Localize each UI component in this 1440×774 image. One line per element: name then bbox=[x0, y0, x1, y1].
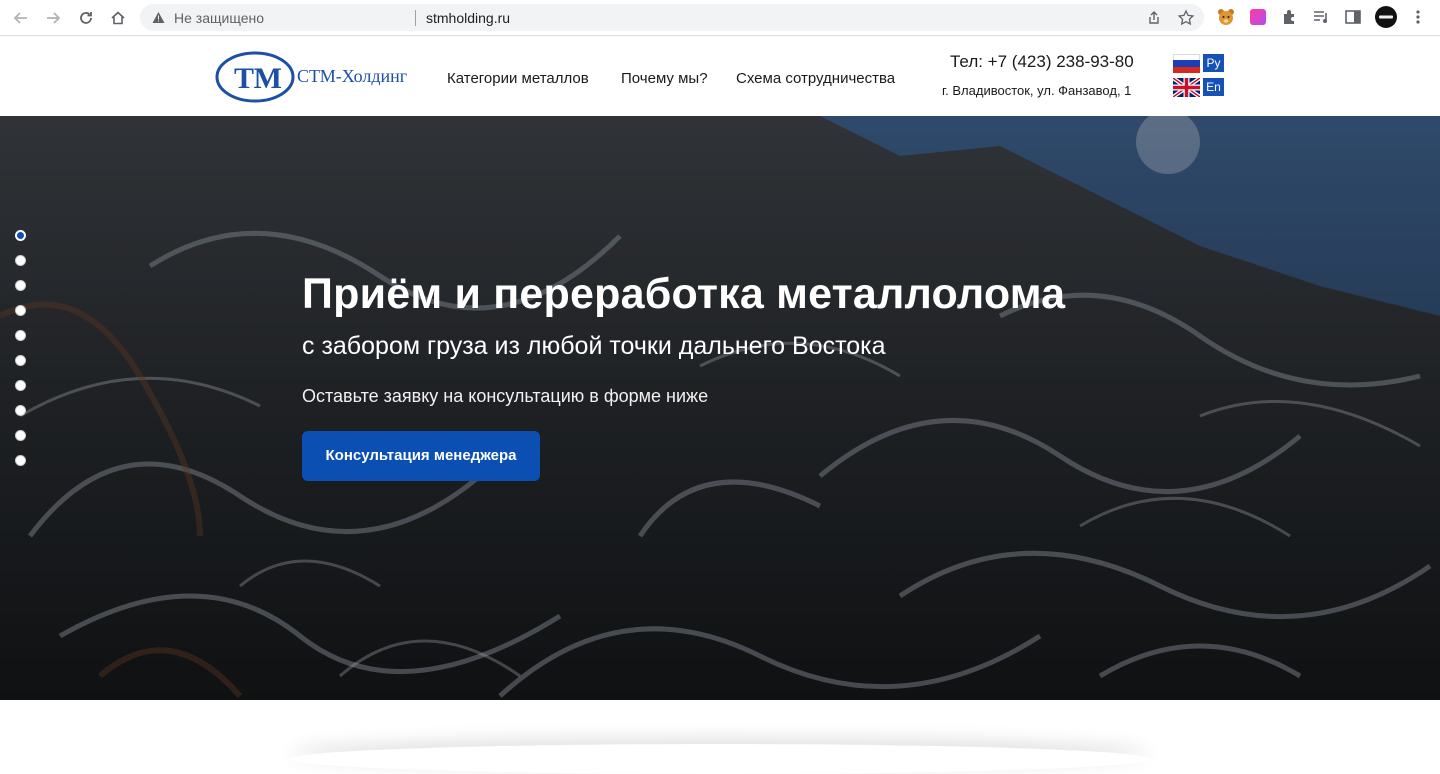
slide-dot-3[interactable] bbox=[15, 280, 26, 291]
hero-banner: Приём и переработка металлолома с заборо… bbox=[0, 116, 1440, 700]
url-text[interactable]: stmholding.ru bbox=[426, 10, 510, 26]
gradient-extension-icon[interactable] bbox=[1248, 7, 1268, 27]
hero-text: Оставьте заявку на консультацию в форме … bbox=[302, 386, 709, 406]
back-icon[interactable] bbox=[10, 7, 32, 29]
uk-flag-icon[interactable] bbox=[1173, 78, 1200, 97]
divider bbox=[415, 10, 416, 26]
nav-metal-categories[interactable]: Категории металлов bbox=[447, 70, 589, 87]
lang-ru-button[interactable]: Ру bbox=[1203, 54, 1224, 72]
address: г. Владивосток, ул. Фанзавод, 1 bbox=[942, 83, 1132, 98]
share-icon[interactable] bbox=[1145, 9, 1163, 27]
site-header: ТМ СТМ-Холдинг Категории металлов Почему… bbox=[0, 37, 1440, 116]
reload-icon[interactable] bbox=[75, 7, 97, 29]
forward-icon[interactable] bbox=[42, 7, 64, 29]
lang-en-button[interactable]: En bbox=[1203, 78, 1224, 96]
company-logo[interactable]: ТМ СТМ-Холдинг bbox=[215, 50, 420, 104]
media-queue-icon[interactable] bbox=[1311, 7, 1331, 27]
slide-dot-7[interactable] bbox=[15, 380, 26, 391]
slide-dot-10[interactable] bbox=[15, 455, 26, 466]
browser-toolbar: Не защищено stmholding.ru bbox=[0, 0, 1440, 36]
slide-dot-1[interactable] bbox=[15, 230, 26, 241]
logo-text: СТМ-Холдинг bbox=[297, 66, 408, 86]
slide-dot-5[interactable] bbox=[15, 330, 26, 341]
bear-extension-icon[interactable] bbox=[1216, 7, 1236, 27]
address-bar[interactable]: Не защищено stmholding.ru bbox=[140, 4, 1204, 31]
nav-cooperation-scheme[interactable]: Схема сотрудничества bbox=[736, 70, 895, 87]
side-panel-icon[interactable] bbox=[1343, 7, 1363, 27]
more-menu-icon[interactable] bbox=[1408, 7, 1428, 27]
security-label[interactable]: Не защищено bbox=[174, 10, 264, 26]
logo-emblem-icon: ТМ bbox=[215, 51, 295, 103]
slide-dot-4[interactable] bbox=[15, 305, 26, 316]
profile-avatar-icon[interactable] bbox=[1375, 6, 1397, 28]
nav-why-us[interactable]: Почему мы? bbox=[621, 70, 708, 87]
slide-dot-9[interactable] bbox=[15, 430, 26, 441]
hero-title: Приём и переработка металлолома bbox=[302, 270, 1066, 318]
slide-dot-8[interactable] bbox=[15, 405, 26, 416]
slide-dot-6[interactable] bbox=[15, 355, 26, 366]
logo-mark: ТМ bbox=[234, 62, 282, 95]
ru-flag-icon[interactable] bbox=[1173, 54, 1200, 73]
form-card-shadow bbox=[290, 744, 1150, 774]
consultation-button[interactable]: Консультация менеджера bbox=[302, 431, 540, 481]
home-icon[interactable] bbox=[107, 7, 129, 29]
warning-icon[interactable] bbox=[152, 11, 165, 24]
hero-overlay bbox=[0, 116, 1440, 700]
slide-dot-2[interactable] bbox=[15, 255, 26, 266]
phone-number[interactable]: Тел: +7 (423) 238-93-80 bbox=[950, 52, 1134, 72]
hero-subtitle: с забором груза из любой точки дальнего … bbox=[302, 332, 886, 360]
extensions-puzzle-icon[interactable] bbox=[1280, 7, 1300, 27]
bookmark-star-icon[interactable] bbox=[1177, 9, 1195, 27]
